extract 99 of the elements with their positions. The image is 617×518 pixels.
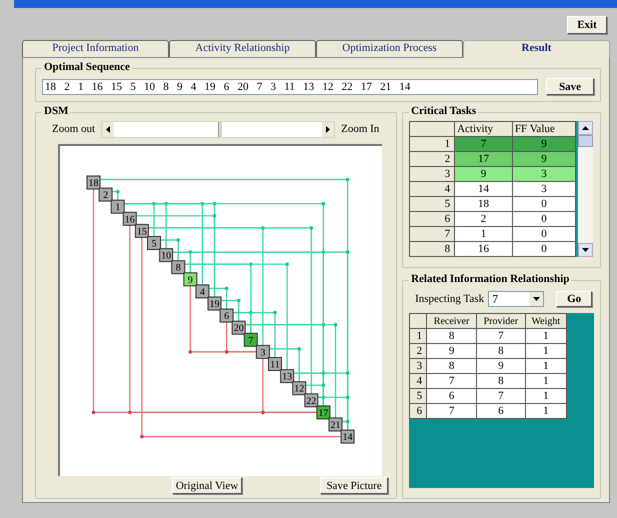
activity-node: 4 (195, 284, 210, 298)
group-title: DSM (42, 105, 70, 117)
activity-node: 14 (340, 430, 355, 444)
row-number: 2 (410, 152, 455, 166)
zoom-slider[interactable] (101, 120, 336, 138)
original-view-button[interactable]: Original View (172, 477, 242, 494)
activity-node: 17 (316, 405, 330, 420)
activity-node: 7 (244, 332, 258, 347)
table-cell: 3 (512, 182, 576, 196)
go-button[interactable]: Go (556, 291, 592, 307)
table-cell: 9 (512, 152, 576, 166)
table-cell: 1 (525, 388, 567, 404)
table-cell: 8 (476, 374, 526, 388)
scroll-thumb[interactable] (578, 135, 594, 147)
table-cell: 7 (476, 328, 526, 344)
row-number: 8 (410, 242, 455, 256)
table-cell: 1 (525, 344, 567, 358)
exit-button[interactable]: Exit (567, 16, 607, 34)
activity-node: 2 (98, 188, 113, 202)
activity-node: 16 (122, 212, 137, 226)
table-cell: 7 (426, 404, 477, 418)
activity-node: 21 (328, 418, 342, 432)
table-cell: 8 (476, 344, 526, 358)
column-header: Receiver (426, 314, 477, 328)
activity-node: 12 (292, 381, 306, 396)
row-number: 4 (410, 374, 427, 388)
row-number: 5 (410, 196, 455, 212)
table-cell: 7 (426, 374, 477, 388)
activity-node: 9 (183, 272, 198, 286)
table-cell: 1 (454, 226, 512, 242)
row-number: 4 (410, 182, 455, 196)
table-cell: 18 (454, 196, 512, 212)
table-cell: 8 (426, 358, 477, 374)
row-number: 3 (410, 358, 427, 374)
table-cell: 3 (512, 166, 576, 182)
row-number: 2 (410, 344, 427, 358)
row-number: 1 (410, 328, 427, 344)
table-cell: 9 (512, 136, 576, 152)
table-cell: 7 (454, 136, 512, 152)
activity-node: 8 (171, 260, 186, 274)
table-cell: 9 (426, 344, 477, 358)
group-title: Optimal Sequence (42, 61, 132, 73)
row-number: 1 (410, 136, 455, 152)
table-cell: 16 (454, 242, 512, 256)
task-dropdown[interactable]: 7 (488, 291, 544, 307)
activity-node: 1 (110, 200, 125, 214)
row-number: 3 (410, 166, 455, 182)
table-cell: 6 (426, 388, 477, 404)
activity-node: 22 (304, 393, 318, 408)
group-title: Critical Tasks (409, 105, 478, 117)
slider-thumb[interactable] (218, 122, 222, 136)
table-cell: 8 (426, 328, 477, 344)
tab[interactable]: Result (463, 40, 610, 58)
group-title: Related Information Relationship (409, 273, 572, 285)
tab[interactable]: Activity Relationship (169, 40, 316, 57)
tab[interactable]: Project Information (22, 40, 169, 57)
save-button[interactable]: Save (546, 78, 594, 95)
activity-node: 15 (134, 224, 149, 238)
column-header: Weight (525, 314, 567, 328)
save-picture-button[interactable]: Save Picture (320, 477, 388, 494)
table-cell: 2 (454, 212, 512, 226)
table-cell: 9 (476, 358, 526, 374)
row-number: 5 (410, 388, 427, 404)
zoom-out-label: Zoom out (52, 123, 96, 135)
activity-node: 13 (280, 369, 294, 384)
table-cell: 0 (512, 196, 576, 212)
sequence-field[interactable]: 18 2 1 16 15 5 10 8 9 4 19 6 20 7 3 11 13 12 22 17 21 14 (42, 78, 538, 94)
column-header: FF Value (512, 122, 576, 136)
activity-node: 18 (86, 176, 100, 190)
table-cell: 0 (512, 212, 576, 226)
header-cell (410, 314, 427, 328)
header-cell (410, 122, 455, 136)
table-cell: 0 (512, 242, 576, 256)
row-number: 7 (410, 226, 455, 242)
activity-node: 20 (232, 320, 246, 335)
inspecting-task-label: Inspecting Task (415, 293, 484, 305)
table-cell: 1 (525, 358, 567, 374)
activity-node: 5 (147, 236, 161, 250)
activity-node: 11 (268, 357, 282, 371)
row-number: 6 (410, 404, 427, 418)
table-cell: 1 (525, 374, 567, 388)
row-number: 6 (410, 212, 455, 226)
tab[interactable]: Optimization Process (316, 40, 463, 57)
zoom-in-label: Zoom In (341, 123, 380, 135)
table-cell: 0 (512, 226, 576, 242)
table-cell: 6 (476, 404, 526, 418)
activity-node: 6 (220, 308, 234, 323)
column-header: Provider (476, 314, 526, 328)
column-header: Activity (454, 122, 512, 136)
table-cell: 7 (476, 388, 526, 404)
table-cell: 17 (454, 152, 512, 166)
table-cell: 1 (525, 328, 567, 344)
table-cell: 1 (525, 404, 567, 418)
table-cell: 9 (454, 166, 512, 182)
activity-node: 10 (159, 248, 174, 262)
activity-node: 3 (256, 344, 270, 359)
vertical-scrollbar[interactable] (576, 121, 594, 257)
activity-node: 19 (208, 296, 222, 310)
table-cell: 14 (454, 182, 512, 196)
